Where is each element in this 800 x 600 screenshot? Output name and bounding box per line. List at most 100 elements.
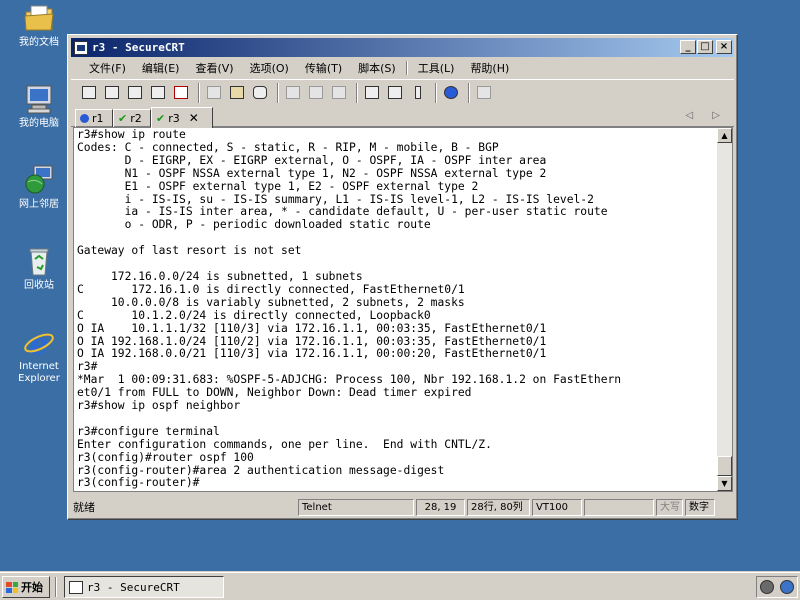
menu-separator <box>405 60 408 75</box>
taskbar-separator <box>55 577 57 597</box>
print-icon[interactable] <box>283 83 303 103</box>
menu-file[interactable]: 文件(F) <box>81 60 134 76</box>
tab-close-icon[interactable]: ✕ <box>189 111 199 125</box>
disconnect-icon[interactable] <box>171 83 191 103</box>
securecrt-window: r3 - SecureCRT _ □ × 文件(F) 编辑(E) 查看(V) 选… <box>67 34 738 520</box>
computer-icon <box>22 83 56 115</box>
menu-script[interactable]: 脚本(S) <box>350 60 404 76</box>
terminal-line: 172.16.0.0/24 is subnetted, 1 subnets <box>77 269 363 283</box>
minimize-button[interactable]: _ <box>680 40 696 54</box>
print-setup-icon[interactable] <box>329 83 349 103</box>
menu-bar: 文件(F) 编辑(E) 查看(V) 选项(O) 传输(T) 脚本(S) 工具(L… <box>71 58 734 77</box>
tab-label: r3 <box>168 111 180 125</box>
terminal-line: C 172.16.1.0 is directly connected, Fast… <box>77 282 465 296</box>
securecrt-app-icon <box>69 580 83 594</box>
securecrt-app-icon[interactable] <box>74 40 88 55</box>
sftp-icon[interactable] <box>474 83 494 103</box>
status-emulation: VT100 <box>532 498 582 516</box>
globe-network-icon <box>22 164 56 196</box>
windows-logo-icon <box>6 581 18 593</box>
terminal-line: r3(config-router)#area 2 authentication … <box>77 463 445 477</box>
terminal-line: ia - IS-IS inter area, * - candidate def… <box>77 205 608 219</box>
toolbar-separator <box>468 82 470 103</box>
scroll-up-icon[interactable]: ▲ <box>717 128 732 143</box>
terminal-line: Enter configuration commands, one per li… <box>77 437 492 451</box>
menu-transfer[interactable]: 传输(T) <box>297 60 350 76</box>
terminal-text: r3#show ip route Codes: C - connected, S… <box>77 128 714 490</box>
recycle-bin-icon <box>22 245 56 277</box>
status-bar: 就绪 Telnet 28, 19 28行, 80列 VT100 大写 数字 <box>71 497 734 517</box>
connect-icon[interactable] <box>79 83 99 103</box>
status-num: 数字 <box>685 498 715 516</box>
check-icon: ✔ <box>118 112 128 125</box>
title-bar[interactable]: r3 - SecureCRT _ □ × <box>71 38 734 57</box>
terminal-line: E1 - OSPF external type 1, E2 - OSPF ext… <box>77 179 479 193</box>
taskbar: 开始 r3 - SecureCRT <box>0 572 800 600</box>
terminal-scrollbar[interactable]: ▲ ▼ <box>717 127 733 492</box>
terminal-line: *Mar 1 00:09:31.683: %OSPF-5-ADJCHG: Pro… <box>77 373 622 387</box>
close-button[interactable]: × <box>716 40 732 54</box>
reconnect-icon[interactable] <box>148 83 168 103</box>
terminal-line: o - ODR, P - periodic downloaded static … <box>77 218 431 232</box>
status-cursor: 28, 19 <box>416 498 465 516</box>
status-caps: 大写 <box>656 498 683 516</box>
copy-icon[interactable] <box>204 83 224 103</box>
tab-r3[interactable]: ✔ r3 ✕ <box>151 107 213 128</box>
connecting-icon <box>80 114 89 123</box>
keymap-icon[interactable] <box>408 83 428 103</box>
terminal-line: Gateway of last resort is not set <box>77 244 302 258</box>
status-protocol: Telnet <box>298 498 414 516</box>
quick-connect-icon[interactable] <box>102 83 122 103</box>
terminal-line: C 10.1.2.0/24 is directly connected, Loo… <box>77 308 431 322</box>
svg-text:e: e <box>29 327 48 358</box>
terminal-line: Codes: C - connected, S - static, R - RI… <box>77 140 499 154</box>
toolbar-separator <box>435 82 437 103</box>
help-icon[interactable] <box>441 83 461 103</box>
toolbar <box>71 79 734 105</box>
terminal-line: r3#show ip ospf neighbor <box>77 399 241 413</box>
session-tabs: r1 ✔ r2 ✔ r3 ✕ ◁ ▷ <box>71 107 734 128</box>
terminal-line: r3#configure terminal <box>77 424 220 438</box>
scroll-down-icon[interactable]: ▼ <box>717 476 732 491</box>
find-icon[interactable] <box>250 83 270 103</box>
status-empty <box>584 498 654 516</box>
scroll-thumb[interactable] <box>717 456 732 476</box>
start-button[interactable]: 开始 <box>2 576 50 598</box>
taskbar-item-securecrt[interactable]: r3 - SecureCRT <box>64 576 224 598</box>
tab-nav-arrows[interactable]: ◁ ▷ <box>685 110 728 121</box>
tab-r1[interactable]: r1 <box>75 109 113 127</box>
menu-tools[interactable]: 工具(L) <box>410 60 463 76</box>
terminal-line: r3# <box>77 360 98 374</box>
terminal-line: et0/1 from FULL to DOWN, Neighbor Down: … <box>77 386 472 400</box>
menu-edit[interactable]: 编辑(E) <box>134 60 188 76</box>
folder-icon <box>22 2 56 34</box>
tab-r2[interactable]: ✔ r2 <box>113 109 151 127</box>
status-size: 28行, 80列 <box>467 498 530 516</box>
toolbar-separator <box>277 82 279 103</box>
terminal-line: r3#show ip route <box>77 128 186 141</box>
start-label: 开始 <box>21 581 43 594</box>
window-title: r3 - SecureCRT <box>92 41 185 54</box>
connect-in-tab-icon[interactable] <box>125 83 145 103</box>
terminal-line: i - IS-IS, su - IS-IS summary, L1 - IS-I… <box>77 192 594 206</box>
paste-icon[interactable] <box>227 83 247 103</box>
check-icon: ✔ <box>156 111 166 125</box>
session-options-icon[interactable] <box>362 83 382 103</box>
terminal-output[interactable]: r3#show ip route Codes: C - connected, S… <box>73 127 717 492</box>
status-ready: 就绪 <box>73 501 95 514</box>
menu-view[interactable]: 查看(V) <box>187 60 241 76</box>
terminal-line: N1 - OSPF NSSA external type 1, N2 - OSP… <box>77 166 547 180</box>
menu-help[interactable]: 帮助(H) <box>462 60 517 76</box>
terminal-line: O IA 192.168.0.0/21 [110/3] via 172.16.1… <box>77 347 547 361</box>
tray-network-icon[interactable] <box>780 580 794 594</box>
global-options-icon[interactable] <box>385 83 405 103</box>
toolbar-separator <box>198 82 200 103</box>
maximize-button[interactable]: □ <box>697 40 713 54</box>
toolbar-separator <box>356 82 358 103</box>
print-selection-icon[interactable] <box>306 83 326 103</box>
tray-audio-icon[interactable] <box>760 580 774 594</box>
terminal-line: r3(config)#router ospf 100 <box>77 450 254 464</box>
menu-options[interactable]: 选项(O) <box>242 60 297 76</box>
tab-label: r2 <box>130 112 142 125</box>
system-tray <box>756 576 798 598</box>
